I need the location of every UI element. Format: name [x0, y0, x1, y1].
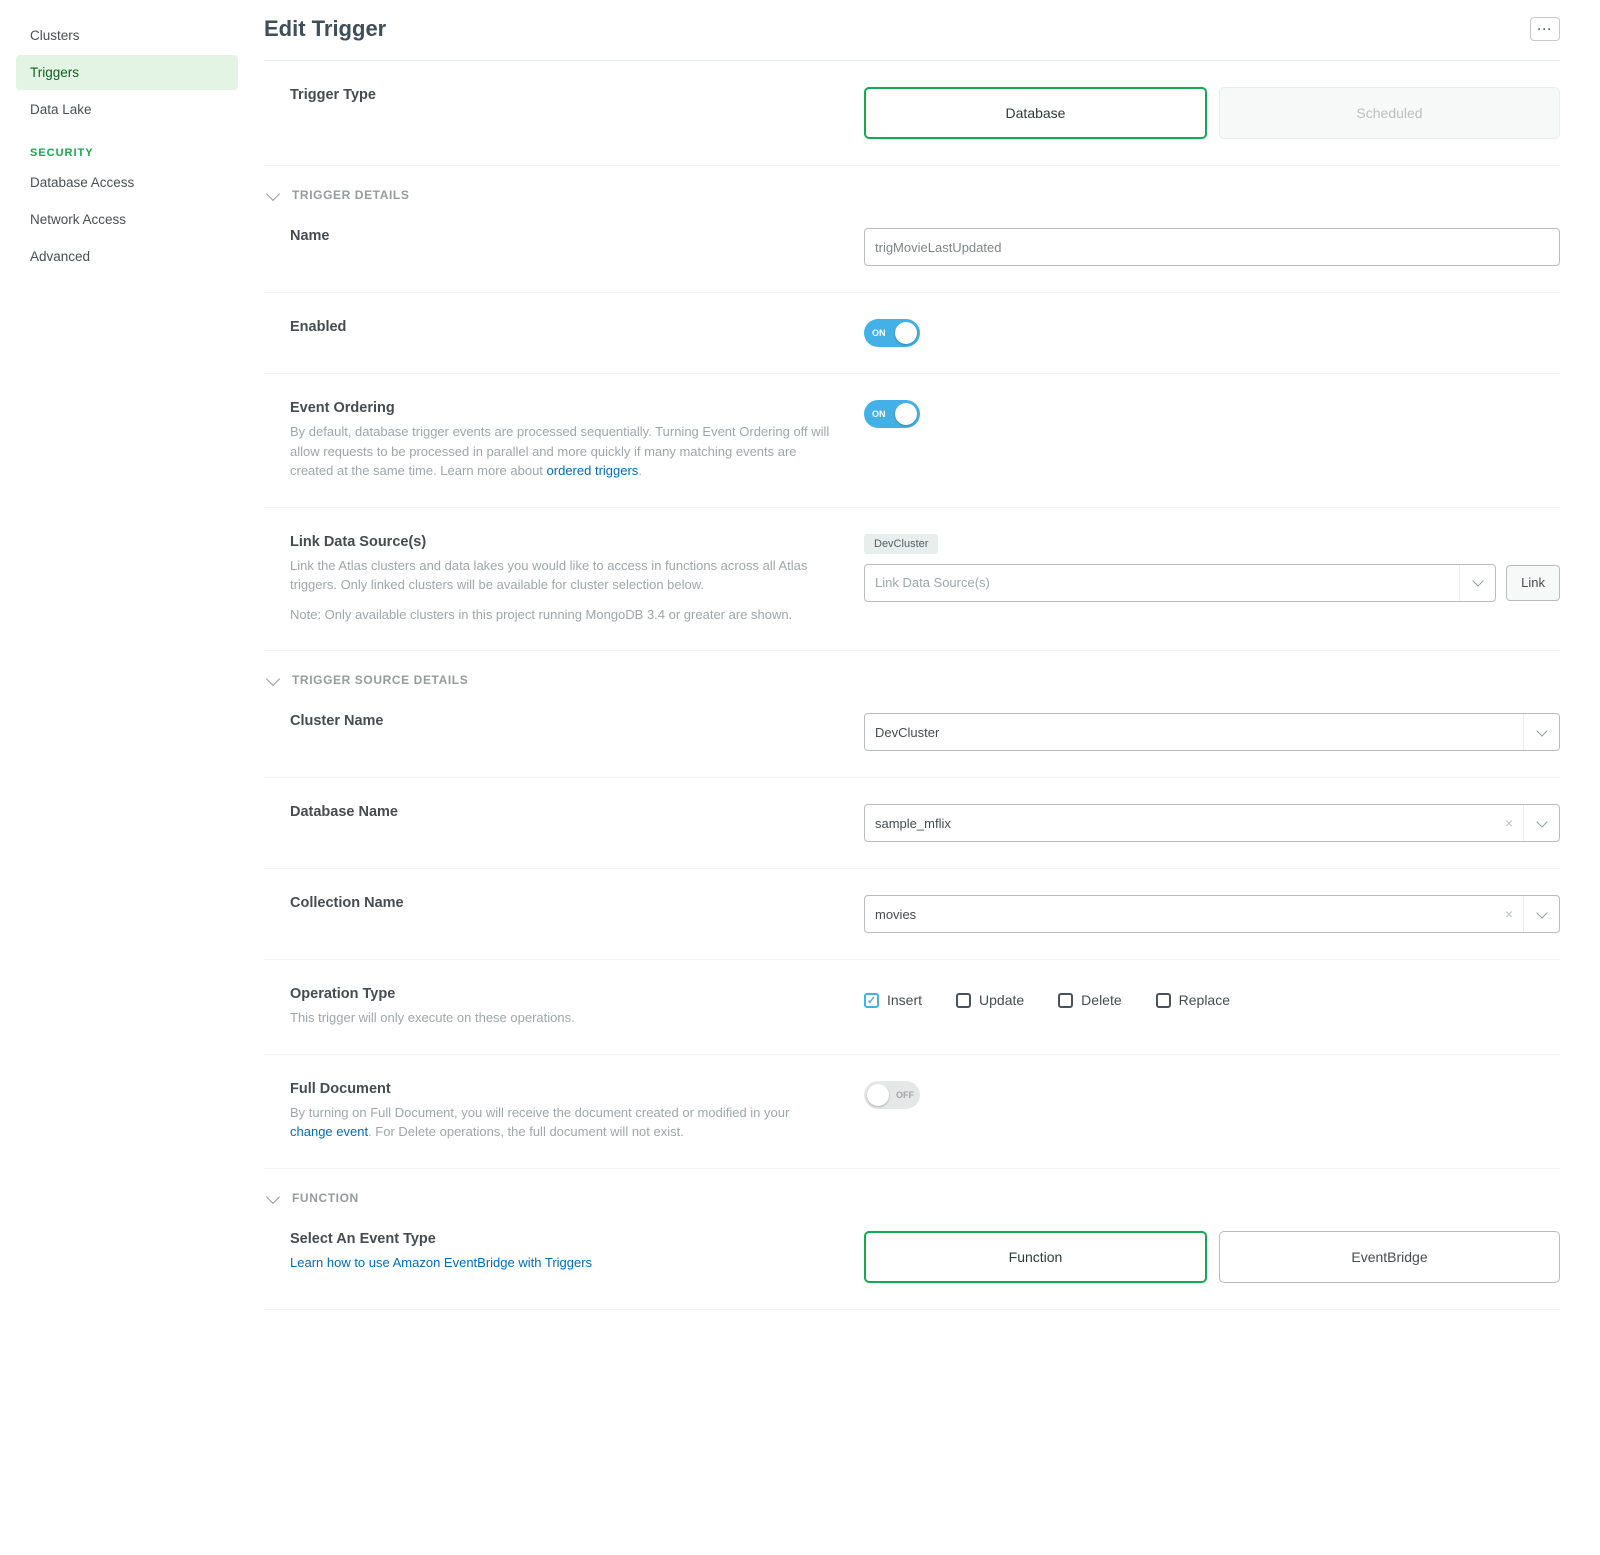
section-function-label: FUNCTION: [292, 1191, 359, 1205]
trigger-type-segmented: Database Scheduled: [864, 87, 1560, 139]
full-document-label: Full Document: [290, 1081, 834, 1097]
main-content: Edit Trigger ··· Trigger Type Database S…: [254, 0, 1600, 1555]
chevron-down-icon: [266, 672, 280, 686]
toggle-knob-icon: [895, 322, 917, 344]
section-trigger-details-label: TRIGGER DETAILS: [292, 188, 409, 202]
clear-database-icon[interactable]: ×: [1499, 805, 1519, 841]
event-ordering-toggle-state: ON: [872, 409, 886, 419]
link-button[interactable]: Link: [1506, 565, 1560, 601]
eventbridge-learn-link[interactable]: Learn how to use Amazon EventBridge with…: [290, 1255, 592, 1270]
operation-type-checkboxes: Insert Update Delete Replace: [864, 986, 1560, 1008]
database-name-select[interactable]: sample_mflix ×: [864, 804, 1560, 842]
chevron-down-icon: [1536, 725, 1547, 736]
sidebar-item-network-access[interactable]: Network Access: [16, 202, 238, 237]
sidebar: Clusters Triggers Data Lake SECURITY Dat…: [0, 0, 254, 1555]
link-data-source-desc-2: Note: Only available clusters in this pr…: [290, 605, 834, 625]
name-input[interactable]: [864, 228, 1560, 266]
sidebar-item-advanced[interactable]: Advanced: [16, 239, 238, 274]
checkbox-icon: [1156, 993, 1171, 1008]
collection-name-value: movies: [875, 907, 916, 922]
toggle-knob-icon: [867, 1084, 889, 1106]
chevron-down-icon: [1536, 907, 1547, 918]
trigger-type-scheduled-button[interactable]: Scheduled: [1219, 87, 1560, 139]
sidebar-security-header: SECURITY: [16, 129, 238, 165]
checkbox-icon: [1058, 993, 1073, 1008]
collection-name-label: Collection Name: [290, 895, 834, 911]
section-trigger-source[interactable]: TRIGGER SOURCE DETAILS: [264, 651, 1560, 687]
event-ordering-toggle[interactable]: ON: [864, 400, 920, 428]
sidebar-item-data-lake[interactable]: Data Lake: [16, 92, 238, 127]
link-data-source-desc-1: Link the Atlas clusters and data lakes y…: [290, 556, 834, 595]
change-event-link[interactable]: change event: [290, 1124, 368, 1139]
cluster-name-label: Cluster Name: [290, 713, 834, 729]
collection-name-select[interactable]: movies ×: [864, 895, 1560, 933]
chevron-down-icon: [1536, 816, 1547, 827]
chevron-down-icon: [266, 187, 280, 201]
checkbox-checked-icon: [864, 993, 879, 1008]
linked-source-chip[interactable]: DevCluster: [864, 534, 938, 554]
operation-type-label: Operation Type: [290, 986, 834, 1002]
link-data-source-select[interactable]: Link Data Source(s): [864, 564, 1496, 602]
toggle-knob-icon: [895, 403, 917, 425]
event-ordering-label: Event Ordering: [290, 400, 834, 416]
section-function[interactable]: FUNCTION: [264, 1169, 1560, 1205]
enabled-toggle[interactable]: ON: [864, 319, 920, 347]
chevron-down-icon: [1472, 575, 1483, 586]
event-ordering-desc: By default, database trigger events are …: [290, 422, 834, 481]
operation-replace-checkbox[interactable]: Replace: [1156, 992, 1230, 1008]
section-trigger-details[interactable]: TRIGGER DETAILS: [264, 166, 1560, 202]
sidebar-item-clusters[interactable]: Clusters: [16, 18, 238, 53]
enabled-label: Enabled: [290, 319, 834, 335]
select-event-type-label: Select An Event Type: [290, 1231, 834, 1247]
name-label: Name: [290, 228, 834, 244]
section-trigger-source-label: TRIGGER SOURCE DETAILS: [292, 673, 468, 687]
checkbox-icon: [956, 993, 971, 1008]
link-data-source-label: Link Data Source(s): [290, 534, 834, 550]
full-document-desc: By turning on Full Document, you will re…: [290, 1103, 810, 1142]
cluster-name-select[interactable]: DevCluster: [864, 713, 1560, 751]
database-name-label: Database Name: [290, 804, 834, 820]
trigger-type-database-button[interactable]: Database: [864, 87, 1207, 139]
sidebar-item-triggers[interactable]: Triggers: [16, 55, 238, 90]
ordered-triggers-link[interactable]: ordered triggers: [547, 463, 639, 478]
operation-type-desc: This trigger will only execute on these …: [290, 1008, 834, 1028]
event-type-function-button[interactable]: Function: [864, 1231, 1207, 1283]
chevron-down-icon: [266, 1189, 280, 1203]
clear-collection-icon[interactable]: ×: [1499, 896, 1519, 932]
full-document-toggle-state: OFF: [896, 1090, 914, 1100]
database-name-value: sample_mflix: [875, 816, 951, 831]
sidebar-item-database-access[interactable]: Database Access: [16, 165, 238, 200]
trigger-type-label: Trigger Type: [290, 87, 834, 103]
operation-insert-checkbox[interactable]: Insert: [864, 992, 922, 1008]
operation-delete-checkbox[interactable]: Delete: [1058, 992, 1121, 1008]
page-title: Edit Trigger: [264, 16, 386, 42]
enabled-toggle-state: ON: [872, 328, 886, 338]
more-actions-button[interactable]: ···: [1530, 17, 1560, 41]
operation-update-checkbox[interactable]: Update: [956, 992, 1024, 1008]
event-type-eventbridge-button[interactable]: EventBridge: [1219, 1231, 1560, 1283]
cluster-name-value: DevCluster: [875, 725, 939, 740]
link-data-source-placeholder: Link Data Source(s): [875, 575, 990, 590]
event-type-segmented: Function EventBridge: [864, 1231, 1560, 1283]
full-document-toggle[interactable]: OFF: [864, 1081, 920, 1109]
